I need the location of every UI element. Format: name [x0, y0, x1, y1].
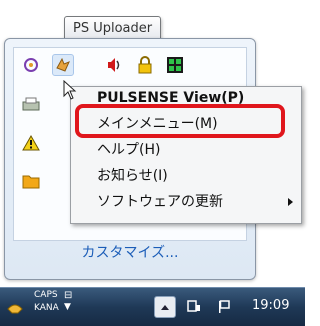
uploader-icon[interactable]	[52, 54, 74, 76]
show-hidden-icons-button[interactable]	[154, 296, 176, 318]
ime-icon: ⊟	[64, 290, 73, 301]
printer-icon[interactable]	[20, 94, 42, 116]
ime-toolbar-icon[interactable]	[4, 296, 26, 318]
action-center-flag-icon[interactable]	[213, 296, 235, 318]
warning-icon[interactable]	[20, 132, 42, 154]
customize-link[interactable]: カスタマイズ...	[5, 242, 255, 262]
taskbar: CAPS KANA ⊟ ▼ 19:09	[0, 287, 305, 326]
lock-icon[interactable]	[134, 54, 156, 76]
network-icon[interactable]	[183, 296, 205, 318]
menu-item-label: ヘルプ(H)	[97, 142, 161, 158]
submenu-arrow-icon	[288, 198, 293, 206]
folder-icon[interactable]	[20, 170, 42, 192]
highlight-annotation	[75, 104, 285, 138]
mouse-cursor-icon	[63, 79, 77, 104]
menu-item-help[interactable]: ヘルプ(H)	[71, 139, 301, 161]
grid-app-icon[interactable]	[164, 54, 186, 76]
ime-kana-indicator: KANA	[34, 303, 59, 313]
menu-item-label: ソフトウェアの更新	[97, 194, 223, 210]
clock[interactable]: 19:09	[252, 298, 289, 313]
dropdown-icon[interactable]: ▼	[64, 302, 71, 312]
tooltip-text: PS Uploader	[73, 21, 153, 36]
app-spiral-icon[interactable]	[20, 54, 42, 76]
menu-item-software-update[interactable]: ソフトウェアの更新	[71, 191, 301, 213]
menu-item-label: お知らせ(I)	[97, 168, 168, 184]
menu-item-notices[interactable]: お知らせ(I)	[71, 165, 301, 187]
speaker-icon[interactable]	[104, 54, 126, 76]
ime-caps-indicator: CAPS	[34, 290, 58, 300]
